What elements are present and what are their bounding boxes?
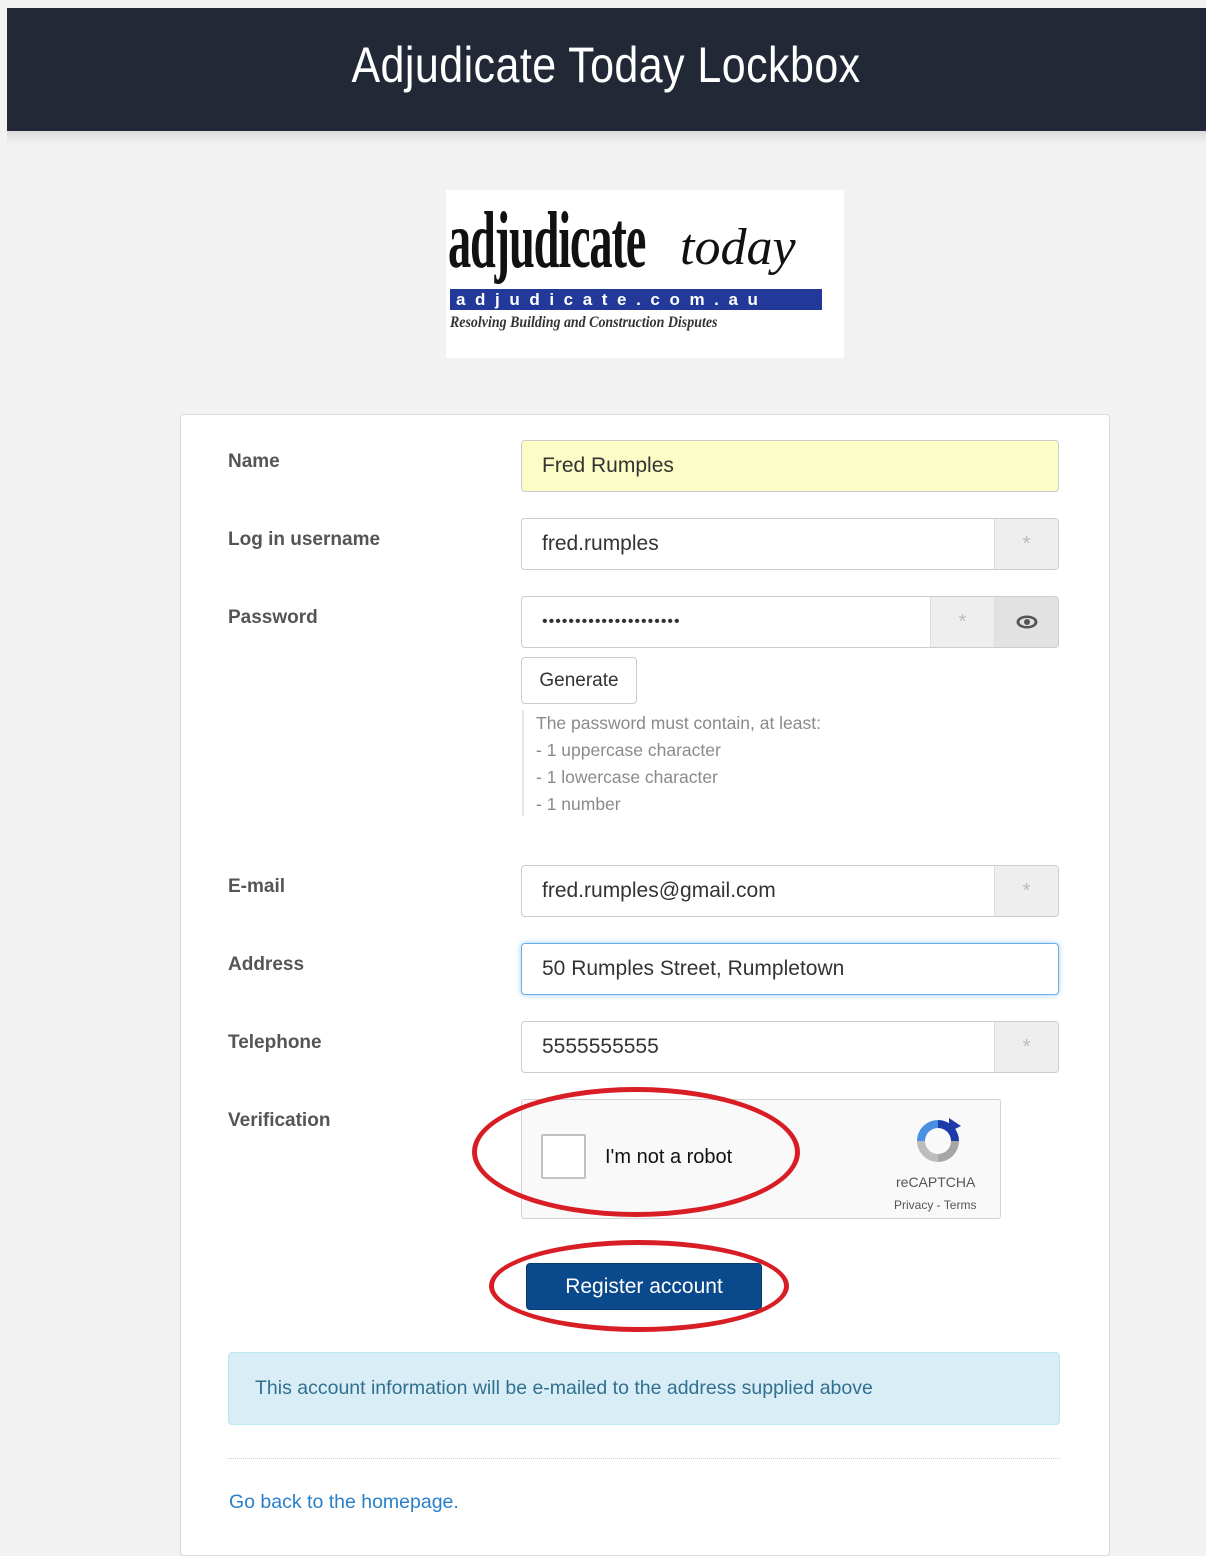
- telephone-label: Telephone: [228, 1032, 322, 1053]
- address-input[interactable]: [522, 944, 1058, 994]
- highlight-ellipse-register: [489, 1240, 789, 1332]
- homepage-link[interactable]: Go back to the homepage.: [229, 1491, 459, 1514]
- required-asterisk-icon: *: [994, 519, 1058, 569]
- telephone-input[interactable]: [522, 1022, 994, 1072]
- show-password-eye-icon[interactable]: [994, 597, 1058, 647]
- info-alert: This account information will be e-maile…: [228, 1352, 1060, 1425]
- telephone-field-wrapper: *: [521, 1021, 1059, 1073]
- address-field-wrapper: [521, 943, 1059, 995]
- password-field-wrapper: *: [521, 596, 1059, 648]
- username-field-wrapper: *: [521, 518, 1059, 570]
- info-alert-text: This account information will be e-maile…: [255, 1377, 873, 1399]
- password-requirements: The password must contain, at least: - 1…: [522, 710, 842, 816]
- logo-domain-band: adjudicate.com.au: [450, 289, 822, 310]
- logo-tagline: Resolving Building and Construction Disp…: [450, 314, 718, 331]
- logo-wordmark: adjudicate: [448, 197, 646, 285]
- name-field-wrapper: [521, 440, 1059, 492]
- name-input[interactable]: [522, 441, 1058, 491]
- required-asterisk-icon: *: [994, 866, 1058, 916]
- name-label: Name: [228, 451, 280, 472]
- divider: [228, 1458, 1060, 1459]
- username-input[interactable]: [522, 519, 994, 569]
- header-bar: Adjudicate Today Lockbox: [7, 8, 1206, 131]
- password-requirement: - 1 uppercase character: [536, 740, 721, 760]
- password-requirement: The password must contain, at least:: [536, 713, 821, 733]
- email-input[interactable]: [522, 866, 994, 916]
- page-title: Adjudicate Today Lockbox: [351, 36, 862, 93]
- password-label: Password: [228, 607, 318, 628]
- required-asterisk-icon: *: [930, 597, 994, 647]
- required-asterisk-icon: *: [994, 1022, 1058, 1072]
- brand-logo: adjudicate today adjudicate.com.au Resol…: [446, 190, 844, 358]
- username-label: Log in username: [228, 529, 381, 550]
- generate-password-button[interactable]: Generate: [521, 657, 637, 704]
- recaptcha-logo-icon: [917, 1118, 961, 1162]
- recaptcha-privacy-terms[interactable]: Privacy - Terms: [894, 1198, 976, 1212]
- email-label: E-mail: [228, 876, 286, 897]
- email-field-wrapper: *: [521, 865, 1059, 917]
- password-requirement: - 1 number: [536, 794, 621, 814]
- highlight-ellipse-captcha: [472, 1087, 800, 1217]
- password-requirement: - 1 lowercase character: [536, 767, 718, 787]
- verification-label: Verification: [228, 1110, 331, 1131]
- logo-today: today: [680, 219, 796, 276]
- password-input[interactable]: [522, 597, 930, 647]
- header-shadow: [7, 131, 1206, 145]
- recaptcha-brand: reCAPTCHA: [896, 1174, 976, 1190]
- address-label: Address: [228, 954, 305, 975]
